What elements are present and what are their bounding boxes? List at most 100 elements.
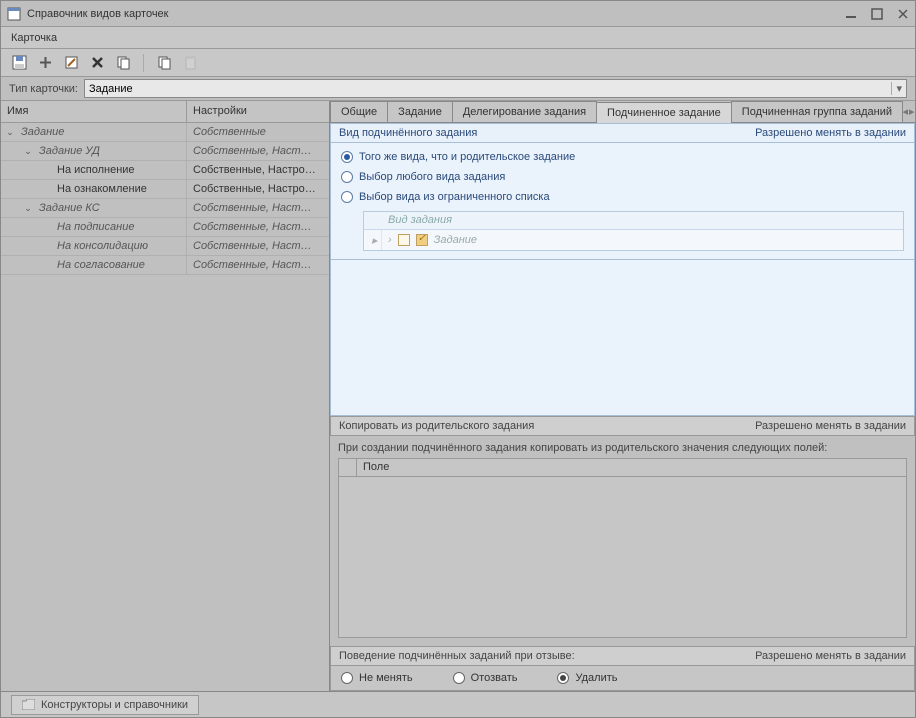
tab[interactable]: Подчиненная группа заданий bbox=[731, 101, 903, 122]
card-type-value: Задание bbox=[89, 83, 133, 95]
kind-subtable: Вид задания ▸ › Задание bbox=[363, 211, 904, 251]
tab-scroll-right-icon[interactable]: ▸ bbox=[909, 101, 916, 122]
field-table[interactable]: Поле bbox=[338, 458, 907, 638]
row-indicator-icon: ▸ bbox=[368, 230, 382, 250]
save-icon[interactable] bbox=[11, 55, 27, 71]
kind-subtable-value: Задание bbox=[434, 234, 477, 246]
card-type-label: Тип карточки: bbox=[9, 83, 78, 95]
app-window: Справочник видов карточек Карточка Тип к… bbox=[0, 0, 916, 718]
behavior-option[interactable]: Не менять bbox=[341, 672, 413, 684]
subtask-type-header: Вид подчинённого задания Разрешено менят… bbox=[330, 123, 915, 143]
subtask-type-title: Вид подчинённого задания bbox=[339, 127, 477, 139]
radio-icon[interactable] bbox=[341, 171, 353, 183]
maximize-button[interactable] bbox=[871, 8, 883, 20]
copy-body: При создании подчинённого задания копиро… bbox=[330, 436, 915, 646]
expander-icon[interactable]: ⌄ bbox=[19, 203, 37, 214]
tree-row-settings: Собственные, Наст… bbox=[187, 202, 329, 214]
tree-row-name: Задание КС bbox=[37, 202, 100, 214]
copy-description: При создании подчинённого задания копиро… bbox=[330, 436, 915, 458]
blue-spacer bbox=[330, 260, 915, 416]
window-buttons bbox=[845, 8, 909, 20]
radio-icon[interactable] bbox=[341, 672, 353, 684]
row-checkbox-checked[interactable] bbox=[416, 234, 428, 246]
tree-row-settings: Собственные, Настро… bbox=[187, 164, 329, 176]
tree-panel: Имя Настройки ⌄ЗаданиеСобственные⌄Задани… bbox=[1, 101, 330, 691]
tree-row[interactable]: На ознакомление Собственные, Настро… bbox=[1, 180, 329, 199]
radio-icon[interactable] bbox=[341, 191, 353, 203]
tree-row-name: Задание bbox=[19, 126, 64, 138]
copy-header: Копировать из родительского задания Разр… bbox=[330, 416, 915, 436]
tree-header-settings[interactable]: Настройки bbox=[187, 101, 329, 122]
subtask-type-body: Того же вида, что и родительское задание… bbox=[330, 143, 915, 260]
copy-icon[interactable] bbox=[115, 55, 131, 71]
radio-any-kind[interactable]: Выбор любого вида задания bbox=[341, 171, 904, 183]
row-checkbox[interactable] bbox=[398, 234, 410, 246]
tree-row-settings: Собственные, Наст… bbox=[187, 240, 329, 252]
tree-row[interactable]: ⌄Задание КС Собственные, Наст… bbox=[1, 199, 329, 218]
dropdown-icon[interactable]: ▾ bbox=[891, 82, 902, 95]
behavior-option[interactable]: Удалить bbox=[557, 672, 617, 684]
tree-row[interactable]: ⌄Задание Собственные bbox=[1, 123, 329, 142]
tree-row-name: На исполнение bbox=[55, 164, 135, 176]
tree-row[interactable]: На исполнение Собственные, Настро… bbox=[1, 161, 329, 180]
menubar: Карточка bbox=[1, 27, 915, 49]
folder-icon bbox=[22, 699, 35, 710]
subtask-type-allow: Разрешено менять в задании bbox=[755, 127, 906, 139]
copy2-icon[interactable] bbox=[156, 55, 172, 71]
expander-icon[interactable]: ⌄ bbox=[1, 127, 19, 138]
tree-row-settings: Собственные, Настро… bbox=[187, 183, 329, 195]
tree-header-name[interactable]: Имя bbox=[1, 101, 187, 122]
radio-icon[interactable] bbox=[557, 672, 569, 684]
app-icon bbox=[7, 7, 21, 21]
tree-row[interactable]: На консолидациюСобственные, Наст… bbox=[1, 237, 329, 256]
tree-row[interactable]: ⌄Задание УД Собственные, Наст… bbox=[1, 142, 329, 161]
radio-label: Выбор любого вида задания bbox=[359, 171, 505, 183]
behavior-title: Поведение подчинённых заданий при отзыве… bbox=[339, 650, 575, 662]
behavior-option-label: Отозвать bbox=[471, 672, 518, 684]
radio-icon[interactable] bbox=[341, 151, 353, 163]
radio-same-as-parent[interactable]: Того же вида, что и родительское задание bbox=[341, 151, 904, 163]
expander-icon[interactable]: ⌄ bbox=[19, 146, 37, 157]
tree-row-settings: Собственные, Наст… bbox=[187, 145, 329, 157]
field-table-col-field[interactable]: Поле bbox=[357, 459, 906, 476]
minimize-button[interactable] bbox=[845, 8, 857, 20]
menu-card[interactable]: Карточка bbox=[11, 32, 57, 44]
tab[interactable]: Общие bbox=[330, 101, 388, 122]
behavior-body: Не менять Отозвать Удалить bbox=[330, 666, 915, 691]
edit-icon[interactable] bbox=[63, 55, 79, 71]
tree-row-settings: Собственные bbox=[187, 126, 329, 138]
tab[interactable]: Делегирование задания bbox=[452, 101, 597, 122]
tree-row-name: На согласование bbox=[55, 259, 145, 271]
tree-row-name: Задание УД bbox=[37, 145, 100, 157]
kind-subtable-header: Вид задания bbox=[364, 212, 903, 230]
behavior-options: Не менять Отозвать Удалить bbox=[331, 666, 914, 690]
tree-row-settings: Собственные, Наст… bbox=[187, 259, 329, 271]
expand-icon[interactable]: › bbox=[388, 234, 392, 246]
tree-body[interactable]: ⌄ЗаданиеСобственные⌄Задание УДСобственны… bbox=[1, 123, 329, 691]
kind-subtable-row[interactable]: ▸ › Задание bbox=[364, 230, 903, 250]
tab-content: Вид подчинённого задания Разрешено менят… bbox=[330, 123, 915, 691]
close-button[interactable] bbox=[897, 8, 909, 20]
card-type-row: Тип карточки: Задание ▾ bbox=[1, 77, 915, 101]
copy-allow: Разрешено менять в задании bbox=[755, 420, 906, 432]
radio-restricted-list[interactable]: Выбор вида из ограниченного списка bbox=[341, 191, 904, 203]
tree-row-settings: Собственные, Наст… bbox=[187, 221, 329, 233]
tab-bar: ОбщиеЗаданиеДелегирование заданияПодчине… bbox=[330, 101, 915, 123]
behavior-option-label: Не менять bbox=[359, 672, 413, 684]
card-type-select[interactable]: Задание ▾ bbox=[84, 79, 907, 98]
tab[interactable]: Подчиненное задание bbox=[596, 102, 732, 123]
behavior-option[interactable]: Отозвать bbox=[453, 672, 518, 684]
tree-row-name: На ознакомление bbox=[55, 183, 147, 195]
add-icon[interactable] bbox=[37, 55, 53, 71]
toolbar-separator bbox=[143, 54, 144, 72]
tree-row[interactable]: На подписаниеСобственные, Наст… bbox=[1, 218, 329, 237]
footer-tab-label: Конструкторы и справочники bbox=[41, 699, 188, 711]
delete-icon[interactable] bbox=[89, 55, 105, 71]
tree-header: Имя Настройки bbox=[1, 101, 329, 123]
radio-label: Выбор вида из ограниченного списка bbox=[359, 191, 550, 203]
tab[interactable]: Задание bbox=[387, 101, 453, 122]
footer-tab-constructors[interactable]: Конструкторы и справочники bbox=[11, 695, 199, 715]
behavior-option-label: Удалить bbox=[575, 672, 617, 684]
tree-row[interactable]: На согласование Собственные, Наст… bbox=[1, 256, 329, 275]
radio-icon[interactable] bbox=[453, 672, 465, 684]
